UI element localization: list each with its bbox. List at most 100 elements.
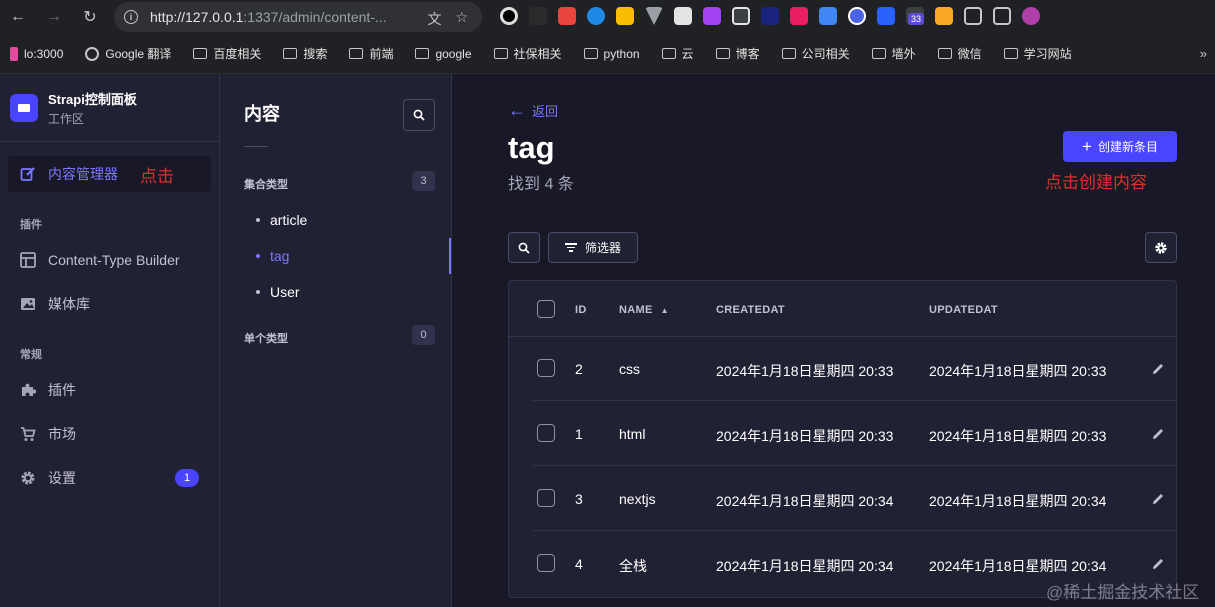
- extension-icon[interactable]: [790, 7, 808, 25]
- arrow-left-icon: ←: [508, 100, 526, 120]
- cell-createdat: 2024年1月18日星期四 20:33: [716, 363, 894, 379]
- search-icon: [413, 109, 425, 121]
- collection-types-count: 3: [412, 171, 435, 191]
- back-arrow-icon[interactable]: ←: [8, 7, 28, 27]
- address-bar[interactable]: i http://127.0.0.1:1337/admin/content-..…: [114, 2, 482, 32]
- pencil-icon[interactable]: [1150, 556, 1166, 572]
- bookmark-folder[interactable]: 搜索: [283, 45, 327, 62]
- bookmark-folder[interactable]: 社保相关: [493, 45, 562, 62]
- star-icon[interactable]: ☆: [455, 9, 468, 29]
- extension-icon[interactable]: [558, 7, 576, 25]
- bookmark-folder[interactable]: python: [583, 47, 640, 61]
- nav-item-media-library[interactable]: 媒体库: [8, 286, 211, 322]
- pencil-icon[interactable]: [1150, 491, 1166, 507]
- extension-icon[interactable]: [877, 7, 895, 25]
- extensions-puzzle-icon[interactable]: [964, 7, 982, 25]
- extension-icon[interactable]: [732, 7, 750, 25]
- sub-nav-item-tag[interactable]: tag: [256, 248, 289, 264]
- nav-item-label: 媒体库: [48, 296, 90, 312]
- vue-icon[interactable]: [645, 7, 663, 25]
- reload-icon[interactable]: ↻: [80, 7, 100, 27]
- column-header-id[interactable]: ID: [575, 304, 587, 316]
- bookmark-folder[interactable]: 微信: [937, 45, 982, 62]
- active-indicator: [449, 238, 451, 274]
- nav-item-content-type-builder[interactable]: Content-Type Builder: [8, 242, 211, 278]
- bookmark-folder[interactable]: google: [415, 47, 472, 61]
- extension-icon[interactable]: [500, 7, 518, 25]
- extension-badge-icon[interactable]: 33: [906, 7, 925, 25]
- cell-updatedat: 2024年1月18日星期四 20:33: [929, 428, 1107, 444]
- folder-icon: [1003, 48, 1018, 59]
- row-checkbox[interactable]: [537, 489, 555, 507]
- main-navigation: Strapi控制面板 工作区 内容管理器 点击 插件 Content-Type …: [0, 74, 220, 607]
- extension-icon[interactable]: [674, 7, 692, 25]
- bookmark-folder[interactable]: 学习网站: [1003, 45, 1072, 62]
- folder-icon: [781, 48, 796, 59]
- bookmark-folder[interactable]: 博客: [715, 45, 760, 62]
- table-search-button[interactable]: [508, 232, 540, 263]
- table-header-row: ID NAME ▲ CREATEDAT UPDATEDAT: [509, 281, 1178, 337]
- back-link[interactable]: ← 返回: [508, 100, 558, 121]
- table-row[interactable]: 2 css 2024年1月18日星期四 20:33 2024年1月18日星期四 …: [533, 337, 1176, 401]
- translate-icon[interactable]: 文: [427, 9, 441, 29]
- nav-item-marketplace[interactable]: 市场: [8, 416, 211, 452]
- bullet-icon: [256, 290, 260, 294]
- bookmark-folder[interactable]: 云: [661, 45, 694, 62]
- filters-button[interactable]: 筛选器: [548, 232, 638, 263]
- sub-nav-search-button[interactable]: [403, 99, 435, 131]
- extension-icon[interactable]: [761, 7, 779, 25]
- view-settings-button[interactable]: [1145, 232, 1177, 263]
- row-checkbox[interactable]: [537, 424, 555, 442]
- side-panel-icon[interactable]: [993, 7, 1011, 25]
- folder-icon: [871, 48, 886, 59]
- section-single-types: 单个类型: [244, 333, 288, 345]
- google-translate-icon[interactable]: [819, 7, 837, 25]
- extension-icon[interactable]: [703, 7, 721, 25]
- table-row[interactable]: 1 html 2024年1月18日星期四 20:33 2024年1月18日星期四…: [533, 402, 1176, 466]
- forward-arrow-icon[interactable]: →: [44, 7, 64, 27]
- extension-icon[interactable]: [529, 7, 547, 25]
- single-types-count: 0: [412, 325, 435, 345]
- extension-icon[interactable]: [616, 7, 634, 25]
- extension-icon[interactable]: [848, 7, 866, 25]
- row-checkbox[interactable]: [537, 554, 555, 572]
- extension-icon[interactable]: [935, 7, 953, 25]
- cell-id: 4: [575, 556, 583, 572]
- bookmark-item[interactable]: Google 翻译: [85, 45, 171, 62]
- sub-nav-title: 内容: [244, 104, 280, 124]
- content-sub-navigation: 内容 集合类型 3 article tag User 单个类型 0: [220, 74, 452, 607]
- search-icon: [518, 242, 530, 254]
- nav-item-content-manager[interactable]: 内容管理器 点击: [8, 156, 211, 192]
- row-checkbox[interactable]: [537, 359, 555, 377]
- folder-icon: [937, 48, 952, 59]
- sub-nav-item-user[interactable]: User: [256, 284, 300, 300]
- site-info-icon[interactable]: i: [124, 10, 138, 24]
- annotation-create-content: 点击创建内容: [1045, 173, 1147, 192]
- bookmark-folder[interactable]: 墙外: [871, 45, 916, 62]
- create-new-entry-button[interactable]: + 创建新条目: [1063, 131, 1177, 162]
- select-all-checkbox[interactable]: [537, 300, 555, 318]
- column-header-name[interactable]: NAME ▲: [619, 304, 669, 316]
- folder-icon: [415, 48, 430, 59]
- cell-updatedat: 2024年1月18日星期四 20:34: [929, 493, 1107, 509]
- column-header-updatedat[interactable]: UPDATEDAT: [929, 304, 998, 316]
- react-icon[interactable]: [587, 7, 605, 25]
- nav-item-settings[interactable]: 设置 1: [8, 460, 211, 496]
- chevron-double-right-icon[interactable]: »: [1200, 46, 1207, 61]
- sub-nav-item-article[interactable]: article: [256, 212, 307, 228]
- table-row[interactable]: 3 nextjs 2024年1月18日星期四 20:34 2024年1月18日星…: [533, 467, 1176, 531]
- pencil-icon[interactable]: [1150, 426, 1166, 442]
- entries-count: 找到 4 条: [508, 176, 574, 193]
- nav-item-plugins[interactable]: 插件: [8, 372, 211, 408]
- shopping-cart-icon: [20, 426, 36, 442]
- column-header-createdat[interactable]: CREATEDAT: [716, 304, 785, 316]
- cell-createdat: 2024年1月18日星期四 20:34: [716, 493, 894, 509]
- globe-icon: [85, 46, 100, 61]
- bookmark-item[interactable]: lo:3000: [10, 46, 63, 61]
- bookmark-folder[interactable]: 公司相关: [781, 45, 850, 62]
- bookmark-folder[interactable]: 百度相关: [193, 45, 261, 62]
- profile-avatar[interactable]: [1022, 7, 1040, 25]
- pencil-square-icon: [20, 166, 36, 182]
- pencil-icon[interactable]: [1150, 361, 1166, 377]
- bookmark-folder[interactable]: 前端: [349, 45, 393, 62]
